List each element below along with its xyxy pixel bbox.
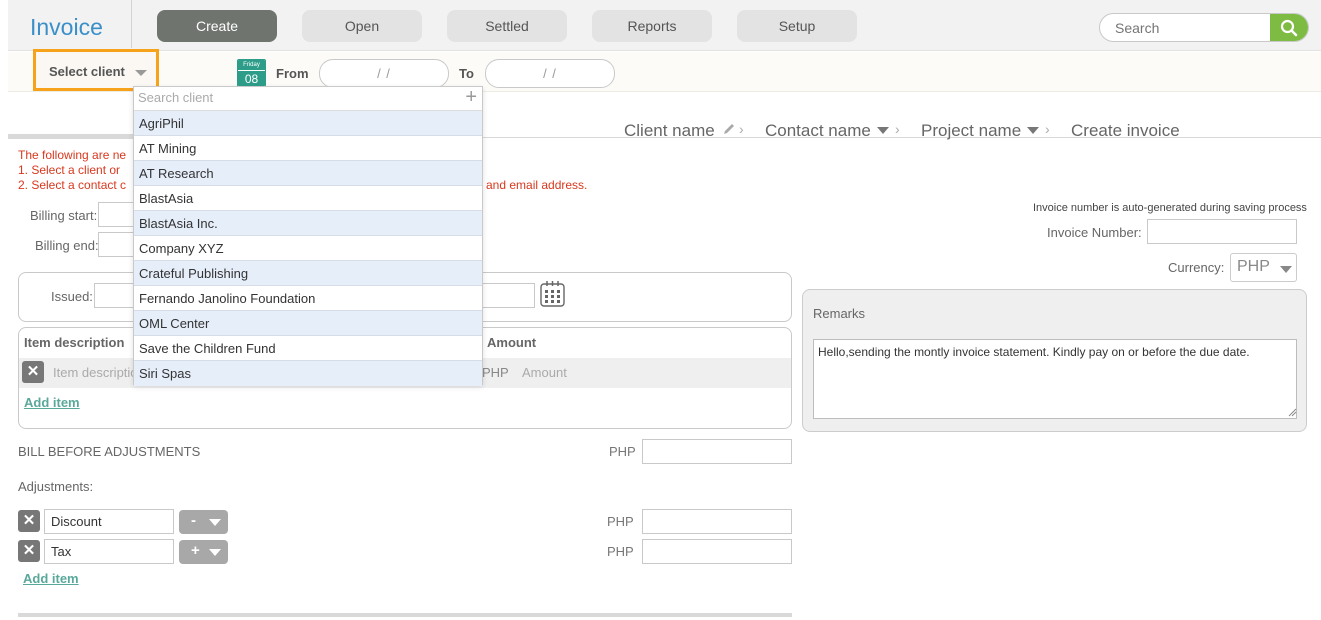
search-icon <box>1280 19 1298 36</box>
client-option[interactable]: BlastAsia Inc. <box>134 211 482 236</box>
billing-start-input[interactable] <box>98 202 138 227</box>
issued-label: Issued: <box>51 289 93 304</box>
resize-handle-icon[interactable] <box>1287 407 1297 417</box>
client-option[interactable]: AT Mining <box>134 136 482 161</box>
add-item-link[interactable]: Add item <box>24 395 80 410</box>
remarks-panel: Remarks Hello,sending the montly invoice… <box>802 289 1307 432</box>
client-option[interactable]: AgriPhil <box>134 111 482 136</box>
due-date-input[interactable] <box>482 283 535 308</box>
remarks-textarea[interactable]: Hello,sending the montly invoice stateme… <box>813 339 1297 419</box>
title-divider <box>131 0 132 48</box>
select-client-dropdown[interactable]: Select client <box>33 49 159 91</box>
chevron-down-icon <box>135 70 147 76</box>
remove-item-icon[interactable]: ✕ <box>22 361 44 383</box>
notice-line-2: 1. Select a client or <box>18 163 121 177</box>
amount-header: Amount <box>487 335 537 350</box>
bill-before-input[interactable] <box>642 439 792 464</box>
discount-currency: PHP <box>607 514 634 529</box>
discount-input[interactable]: Discount <box>44 509 174 534</box>
notice-line-3: 2. Select a contact c <box>18 178 127 192</box>
calendar-grid-icon[interactable] <box>540 281 565 310</box>
tax-input[interactable]: Tax <box>44 539 174 564</box>
breadcrumb-create-invoice: Create invoice <box>1071 121 1180 140</box>
currency-label: Currency: <box>1168 260 1225 275</box>
tax-currency: PHP <box>607 544 634 559</box>
breadcrumb-divider <box>470 137 1321 138</box>
client-option[interactable]: Company XYZ <box>134 236 482 261</box>
client-option[interactable]: OML Center <box>134 311 482 336</box>
item-amount-input[interactable]: Amount <box>522 365 567 380</box>
remove-discount-icon[interactable]: ✕ <box>18 510 40 532</box>
breadcrumb-contact-name[interactable]: Contact name <box>765 121 871 141</box>
chevron-down-icon <box>209 519 221 526</box>
notice-line-1: The following are ne <box>18 148 127 162</box>
client-option[interactable]: Fernando Janolino Foundation <box>134 286 482 311</box>
nav-settled-button[interactable]: Settled <box>447 10 567 42</box>
from-label: From <box>276 66 309 81</box>
notice-line-3-tail: and email address. <box>486 178 588 192</box>
item-currency: PHP <box>482 365 509 380</box>
chevron-down-icon <box>1027 127 1039 134</box>
client-option[interactable]: Siri Spas <box>134 361 482 386</box>
item-description-header: Item description <box>24 335 125 350</box>
chevron-right-icon: › <box>739 121 744 137</box>
nav-reports-button[interactable]: Reports <box>592 10 712 42</box>
tax-operator: + <box>191 542 200 559</box>
calendar-icon[interactable]: Friday 08 <box>237 59 266 87</box>
chevron-down-icon <box>877 127 889 134</box>
add-adjustment-link[interactable]: Add item <box>23 571 79 586</box>
search-button[interactable] <box>1270 14 1308 41</box>
client-option[interactable]: BlastAsia <box>134 186 482 211</box>
bottom-divider <box>18 613 792 617</box>
invoice-number-note: Invoice number is auto-generated during … <box>1033 202 1307 214</box>
discount-amount-input[interactable] <box>642 509 792 534</box>
billing-start-label: Billing start: <box>30 208 98 223</box>
bill-before-currency: PHP <box>609 444 636 459</box>
currency-select[interactable]: PHP <box>1230 253 1297 282</box>
remove-tax-icon[interactable]: ✕ <box>18 540 40 562</box>
chevron-down-icon <box>1280 266 1292 273</box>
client-option[interactable]: AT Research <box>134 161 482 186</box>
client-option[interactable]: Crateful Publishing <box>134 261 482 286</box>
to-date-input[interactable]: / / <box>485 59 615 88</box>
breadcrumb-client-name[interactable]: Client name <box>624 121 715 141</box>
billing-end-input[interactable] <box>98 232 138 257</box>
from-date-input[interactable]: / / <box>319 59 449 88</box>
client-search-bar: Search client + <box>134 86 482 111</box>
billing-end-label: Billing end: <box>35 238 99 253</box>
calendar-weekday: Friday <box>238 60 265 70</box>
bill-before-label: BILL BEFORE ADJUSTMENTS <box>18 444 201 459</box>
item-description-input[interactable]: Item descriptio <box>53 365 138 380</box>
tax-operator-select[interactable]: + <box>179 540 228 564</box>
client-option[interactable]: Save the Children Fund <box>134 336 482 361</box>
tax-amount-input[interactable] <box>642 539 792 564</box>
client-dropdown-menu: Search client + AgriPhil AT Mining AT Re… <box>133 86 483 386</box>
discount-operator: - <box>191 512 196 529</box>
adjustments-label: Adjustments: <box>18 479 94 494</box>
client-search-input[interactable]: Search client <box>138 90 213 105</box>
breadcrumb-project-name[interactable]: Project name <box>921 121 1021 141</box>
chevron-down-icon <box>209 549 221 556</box>
search-input[interactable] <box>1100 14 1272 41</box>
app-title: Invoice <box>30 14 103 40</box>
calendar-day: 08 <box>238 70 265 86</box>
discount-operator-select[interactable]: - <box>179 510 228 534</box>
pencil-icon <box>722 122 736 139</box>
currency-value: PHP <box>1237 258 1270 275</box>
to-label: To <box>459 66 474 81</box>
nav-setup-button[interactable]: Setup <box>737 10 857 42</box>
chevron-right-icon: › <box>895 121 900 137</box>
search-box <box>1099 13 1309 42</box>
invoice-number-input[interactable] <box>1147 219 1297 244</box>
invoice-number-label: Invoice Number: <box>1047 225 1142 240</box>
add-client-icon[interactable]: + <box>465 86 477 109</box>
remarks-label: Remarks <box>813 306 866 321</box>
nav-create-button[interactable]: Create <box>157 10 277 42</box>
select-client-label: Select client <box>49 64 125 79</box>
chevron-right-icon: › <box>1045 121 1050 137</box>
nav-open-button[interactable]: Open <box>302 10 422 42</box>
